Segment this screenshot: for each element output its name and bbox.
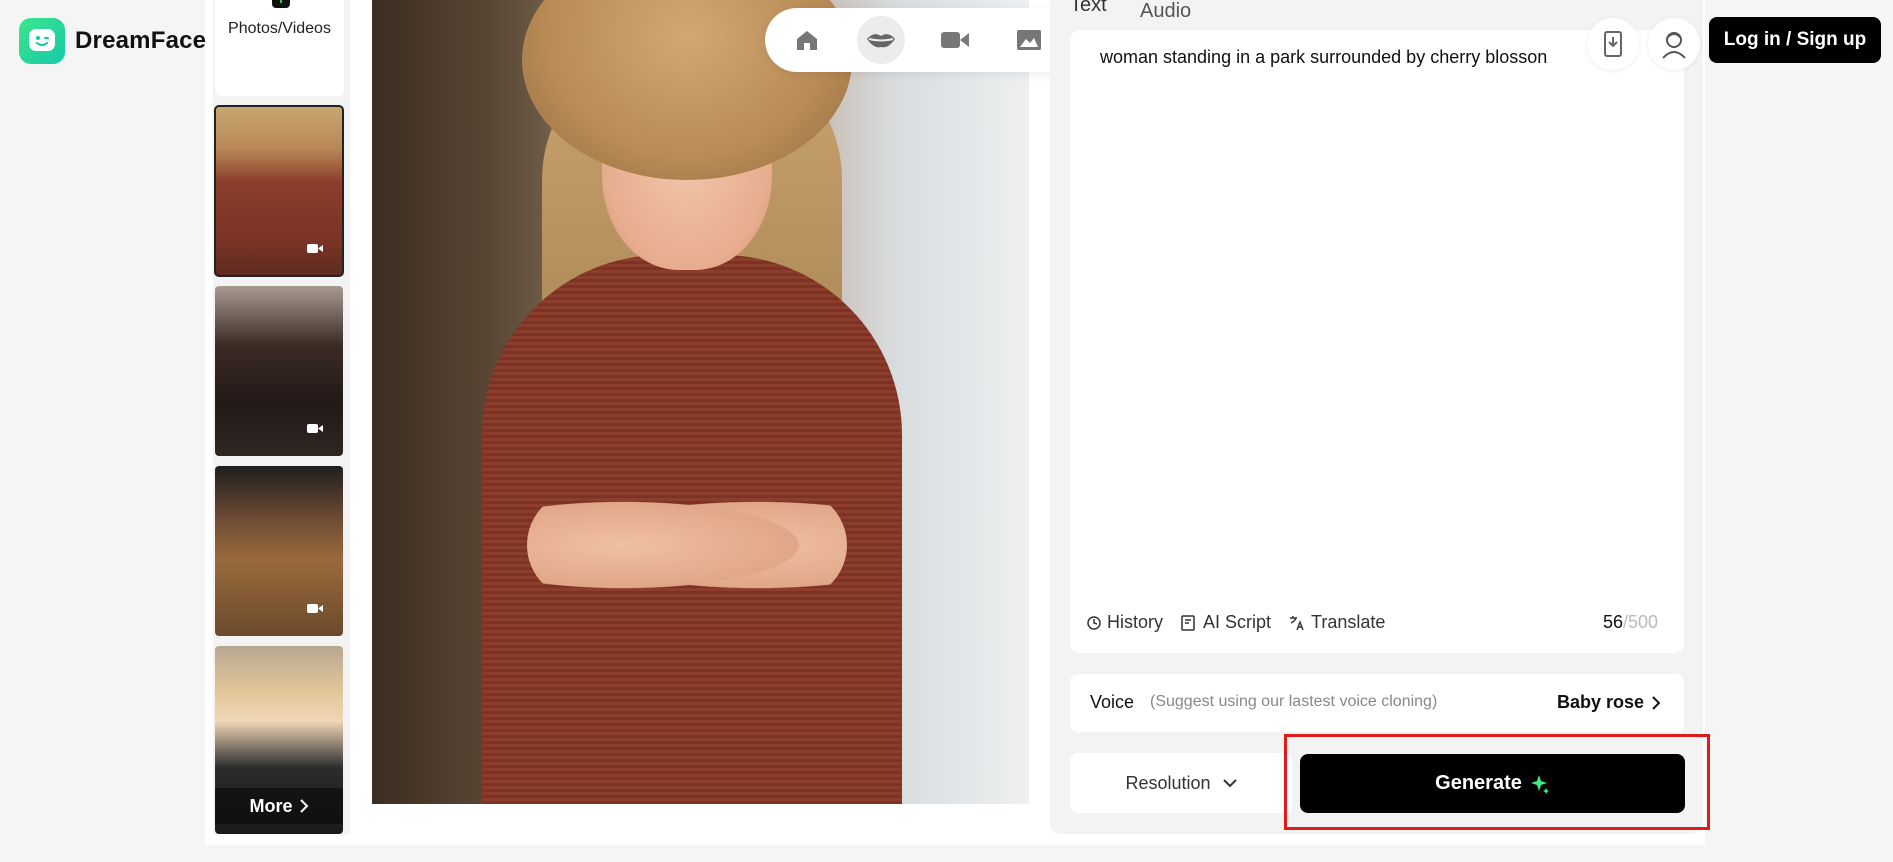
history-icon	[1087, 615, 1101, 630]
brand-logo[interactable]: DreamFace	[19, 18, 206, 64]
home-icon[interactable]	[783, 16, 831, 64]
editor-tabs: Text	[1070, 0, 1107, 23]
chevron-down-icon	[1222, 778, 1237, 787]
tab-audio[interactable]: Audio	[1140, 0, 1191, 23]
upload-plus-icon: +	[272, 0, 290, 8]
more-label: More	[249, 795, 293, 816]
lips-icon[interactable]	[857, 16, 905, 64]
voice-selector[interactable]: Voice (Suggest using our lastest voice c…	[1070, 674, 1684, 732]
upload-tile[interactable]: + Photos/Videos	[215, 0, 344, 96]
script-textarea[interactable]	[1070, 30, 1684, 653]
voice-label: Voice	[1090, 692, 1135, 712]
upload-label: Photos/Videos	[228, 20, 331, 37]
voice-hint: (Suggest using our lastest voice cloning…	[1150, 693, 1438, 710]
thumbnail-3[interactable]	[215, 466, 343, 636]
thumbnail-1[interactable]	[214, 105, 344, 277]
resolution-dropdown[interactable]: Resolution	[1070, 753, 1292, 813]
image-icon[interactable]	[1005, 16, 1053, 64]
video-badge-icon	[307, 244, 323, 253]
more-button[interactable]: More	[215, 788, 343, 824]
ai-script-button[interactable]: AI Script	[1181, 612, 1271, 633]
script-tools: History AI Script Translate	[1087, 612, 1385, 633]
chevron-right-icon	[299, 799, 308, 813]
brand-name: DreamFace	[75, 27, 207, 54]
char-counter: 56/500	[1603, 612, 1659, 632]
logo-icon	[19, 18, 65, 64]
video-badge-icon	[307, 424, 323, 433]
login-signup-button[interactable]: Log in / Sign up	[1709, 17, 1881, 63]
voice-value: Baby rose	[1557, 692, 1660, 713]
avatar-icon	[1662, 32, 1686, 59]
video-camera-icon[interactable]	[931, 16, 979, 64]
script-text[interactable]: woman standing in a park surrounded by c…	[1100, 47, 1620, 68]
ai-script-icon	[1181, 614, 1195, 631]
tab-text[interactable]: Text	[1070, 0, 1107, 17]
history-button[interactable]: History	[1087, 612, 1163, 633]
translate-icon	[1290, 615, 1304, 630]
phone-download-icon	[1604, 31, 1622, 57]
thumbnail-2[interactable]	[215, 286, 343, 456]
chevron-right-icon	[1652, 695, 1660, 710]
translate-button[interactable]: Translate	[1289, 612, 1385, 633]
focus-highlight	[1284, 734, 1710, 830]
video-badge-icon	[307, 604, 323, 613]
avatar-button[interactable]	[1648, 18, 1700, 70]
video-preview[interactable]	[372, 0, 1029, 818]
download-app-button[interactable]	[1587, 18, 1639, 70]
